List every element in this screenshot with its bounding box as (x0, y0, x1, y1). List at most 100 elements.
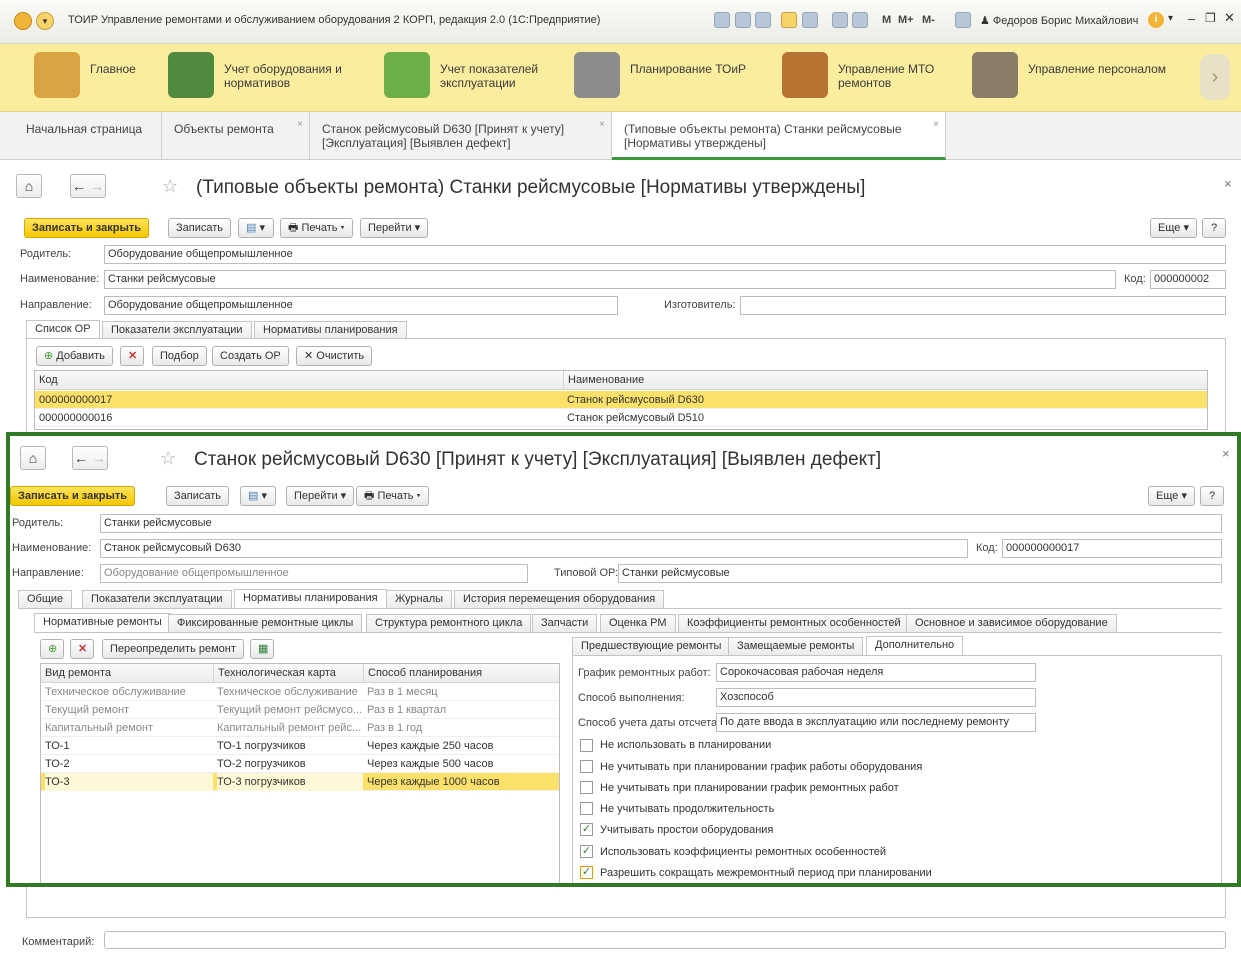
section-mto[interactable]: Управление МТО ремонтов (782, 44, 952, 112)
home-button[interactable]: ⌂ (16, 174, 42, 198)
table-row[interactable]: Текущий ремонт Текущий ремонт рейсмусо..… (41, 701, 559, 719)
close-icon[interactable]: ✕ (1224, 10, 1235, 26)
or-list-table[interactable]: Код Наименование 000000000017 Станок рей… (34, 370, 1208, 430)
add-button[interactable]: ⊕ Добавить (36, 346, 113, 366)
more-button[interactable]: Еще ▾ (1148, 486, 1195, 506)
memory-plus-button[interactable]: M+ (898, 14, 914, 26)
save-and-close-button[interactable]: Записать и закрыть (10, 486, 136, 506)
checkbox-ignore-repair-schedule[interactable] (580, 781, 593, 794)
user-name[interactable]: ♟ Федоров Борис Михайлович (980, 14, 1138, 27)
subtab-spare-parts[interactable]: Запчасти (532, 614, 598, 632)
subtab-fixed-cycles[interactable]: Фиксированные ремонтные циклы (168, 614, 363, 632)
method-field[interactable]: Хозспособ (716, 688, 1036, 707)
subtab-repair-coefficients[interactable]: Коэффициенты ремонтных особенностей (678, 614, 910, 632)
tab-general[interactable]: Общие (18, 590, 73, 608)
dropdown-icon[interactable]: ▾ (1168, 13, 1173, 24)
checkbox-ignore-duration[interactable] (580, 802, 593, 815)
tab-or-list[interactable]: Список ОР (26, 320, 100, 339)
back-button[interactable]: ← → (70, 174, 106, 198)
close-tab-icon[interactable]: × (297, 118, 303, 132)
tab-previous-repairs[interactable]: Предшествующие ремонты (572, 637, 731, 655)
help-button[interactable]: ? (1202, 218, 1226, 238)
tab-operation-indicators[interactable]: Показатели эксплуатации (82, 590, 232, 608)
section-personnel[interactable]: Управление персоналом (972, 44, 1182, 112)
minimize-icon[interactable]: – (1188, 11, 1195, 26)
code-field[interactable]: 000000002 (1150, 270, 1226, 289)
memory-button[interactable]: M (882, 14, 891, 26)
subtab-main-dependent[interactable]: Основное и зависимое оборудование (906, 614, 1117, 632)
column-header-name[interactable]: Наименование (563, 371, 644, 389)
normative-repairs-table[interactable]: Вид ремонта Технологическая карта Способ… (40, 663, 560, 883)
calendar-icon[interactable] (852, 12, 868, 28)
favorites-icon[interactable] (781, 12, 797, 28)
create-based-button[interactable]: ▤ ▾ (238, 218, 274, 238)
section-equipment[interactable]: Учет оборудования и нормативов (168, 44, 368, 112)
close-form-icon[interactable]: × (1224, 176, 1232, 191)
home-button[interactable]: ⌂ (20, 446, 46, 470)
bookmark-icon[interactable] (802, 12, 818, 28)
scroll-right-icon[interactable]: › (1200, 54, 1230, 100)
more-button[interactable]: Еще ▾ (1150, 218, 1197, 238)
table-row[interactable]: ТО-1 ТО-1 погрузчиков Через каждые 250 ч… (41, 737, 559, 755)
table-row[interactable]: 000000000017 Станок рейсмусовый D630 (35, 391, 1207, 409)
date-method-field[interactable]: По дате ввода в эксплуатацию или последн… (716, 713, 1036, 732)
memory-minus-button[interactable]: M- (922, 14, 935, 26)
info-icon[interactable]: i (1148, 12, 1164, 28)
name-field[interactable]: Станки рейсмусовые (104, 270, 1116, 289)
checkbox-ignore-equipment-schedule[interactable] (580, 760, 593, 773)
subtab-cycle-structure[interactable]: Структура ремонтного цикла (366, 614, 532, 632)
checkbox-account-downtime[interactable]: ✓ (580, 823, 593, 836)
schedule-field[interactable]: Сорокочасовая рабочая неделя (716, 663, 1036, 682)
calculator-icon[interactable] (832, 12, 848, 28)
tab-operation-indicators[interactable]: Показатели эксплуатации (102, 321, 252, 339)
column-header-code[interactable]: Код (39, 371, 58, 389)
back-button[interactable]: ← → (72, 446, 108, 470)
history-icon[interactable] (735, 12, 751, 28)
save-and-close-button[interactable]: Записать и закрыть (24, 218, 150, 238)
section-indicators[interactable]: Учет показателей эксплуатации (384, 44, 554, 112)
parent-field[interactable]: Оборудование общепромышленное (104, 245, 1226, 264)
save-button[interactable]: Записать (168, 218, 232, 238)
section-planning[interactable]: Планирование ТОиР (574, 44, 774, 112)
code-field[interactable]: 000000000017 (1002, 539, 1222, 558)
typical-or-field[interactable]: Станки рейсмусовые (618, 564, 1222, 583)
goto-button[interactable]: Перейти ▾ (286, 486, 355, 506)
tab-movement-history[interactable]: История перемещения оборудования (454, 590, 665, 608)
column-header-plan-method[interactable]: Способ планирования (363, 664, 482, 682)
goto-button[interactable]: Перейти ▾ (360, 218, 429, 238)
tab-additional[interactable]: Дополнительно (866, 636, 964, 655)
delete-button[interactable]: ✕ (120, 346, 144, 366)
grid-icon[interactable] (714, 12, 730, 28)
table-row[interactable]: ТО-2 ТО-2 погрузчиков Через каждые 500 ч… (41, 755, 559, 773)
tab-repair-objects[interactable]: Объекты ремонта × (162, 112, 310, 160)
maker-field[interactable] (740, 296, 1226, 315)
tab-planning-norms[interactable]: Нормативы планирования (234, 589, 387, 608)
checkbox-use-coefficients[interactable]: ✓ (580, 845, 593, 858)
comment-field[interactable] (104, 931, 1226, 949)
close-form-icon[interactable]: × (1222, 446, 1230, 461)
delete-button[interactable]: ✕ (70, 639, 94, 659)
print-button[interactable]: 🖶 Печать ▾ (356, 486, 429, 506)
tab-journals[interactable]: Журналы (386, 590, 453, 608)
tab-typical-objects[interactable]: (Типовые объекты ремонта) Станки рейсмус… (612, 112, 946, 160)
add-button[interactable]: ⊕ (40, 639, 64, 659)
checkbox-allow-shorten-period[interactable]: ✓ (580, 866, 593, 879)
main-menu-icon[interactable]: ▾ (36, 12, 54, 30)
star-icon[interactable]: ☆ (162, 176, 178, 197)
star-icon[interactable]: ☆ (160, 448, 176, 469)
table-row[interactable]: Капитальный ремонт Капитальный ремонт ре… (41, 719, 559, 737)
tab-home[interactable]: Начальная страница (14, 112, 162, 160)
table-row[interactable]: Техническое обслуживание Техническое обс… (41, 683, 559, 701)
tab-machine-d630[interactable]: Станок рейсмусовый D630 [Принят к учету]… (310, 112, 612, 160)
redefine-repair-button[interactable]: Переопределить ремонт (102, 639, 244, 659)
excel-button[interactable]: ▦ (250, 639, 274, 659)
pick-button[interactable]: Подбор (152, 346, 207, 366)
subtab-rm-assessment[interactable]: Оценка РМ (600, 614, 676, 632)
link-icon[interactable] (755, 12, 771, 28)
tab-planning-norms[interactable]: Нормативы планирования (254, 321, 407, 339)
subtab-normative-repairs[interactable]: Нормативные ремонты (34, 613, 171, 632)
direction-field[interactable]: Оборудование общепромышленное (104, 296, 618, 315)
direction-field[interactable]: Оборудование общепромышленное (100, 564, 528, 583)
close-tab-icon[interactable]: × (933, 118, 939, 132)
column-header-tech-card[interactable]: Технологическая карта (213, 664, 336, 682)
